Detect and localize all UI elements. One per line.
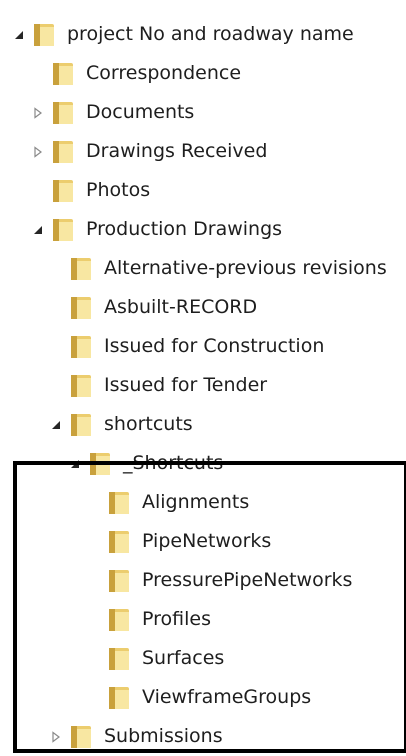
folder-icon bbox=[48, 216, 78, 244]
tree-node-label: Issued for Tender bbox=[104, 374, 268, 396]
folder-icon bbox=[48, 60, 78, 88]
tree-node-profiles[interactable]: Profiles bbox=[85, 600, 211, 639]
tree-node-label: PressurePipeNetworks bbox=[142, 569, 353, 591]
tree-node-root[interactable]: project No and roadway name bbox=[10, 15, 354, 54]
tree-node-label: Photos bbox=[86, 179, 151, 201]
tree-node-label: Surfaces bbox=[142, 647, 225, 669]
tree-node-photos[interactable]: Photos bbox=[29, 171, 150, 210]
folder-icon bbox=[48, 177, 78, 205]
collapsed-arrow-icon[interactable] bbox=[47, 728, 65, 746]
folder-icon bbox=[104, 567, 134, 595]
folder-icon bbox=[66, 333, 96, 361]
tree-node-label: Documents bbox=[86, 101, 195, 123]
folder-icon bbox=[66, 372, 96, 400]
tree-node-viewframegroups[interactable]: ViewframeGroups bbox=[85, 678, 311, 717]
tree-node-label: Submissions bbox=[104, 725, 223, 747]
tree-node-issued-for-construction[interactable]: Issued for Construction bbox=[47, 327, 324, 366]
tree-node-label: shortcuts bbox=[104, 413, 193, 435]
tree-node-label: Alignments bbox=[142, 491, 250, 513]
tree-node-label: ViewframeGroups bbox=[142, 686, 312, 708]
tree-node-shortcuts[interactable]: shortcuts bbox=[47, 405, 193, 444]
tree-node-pipenetworks[interactable]: PipeNetworks bbox=[85, 522, 271, 561]
tree-node-asbuilt-record[interactable]: Asbuilt-RECORD bbox=[47, 288, 257, 327]
tree-node-label: _Shortcuts bbox=[123, 452, 224, 474]
folder-icon bbox=[104, 528, 134, 556]
tree-node-alternative-previous-revisions[interactable]: Alternative-previous revisions bbox=[47, 249, 387, 288]
folder-icon bbox=[29, 21, 59, 49]
folder-icon bbox=[48, 99, 78, 127]
folder-icon bbox=[66, 723, 96, 751]
tree-node-alignments[interactable]: Alignments bbox=[85, 483, 249, 522]
folder-icon bbox=[104, 489, 134, 517]
folder-icon bbox=[104, 645, 134, 673]
tree-node-label: Drawings Received bbox=[86, 140, 268, 162]
collapsed-arrow-icon[interactable] bbox=[29, 143, 47, 161]
folder-icon bbox=[66, 294, 96, 322]
folder-icon bbox=[66, 411, 96, 439]
no-arrow-spacer bbox=[47, 299, 65, 317]
tree-node-label: Asbuilt-RECORD bbox=[104, 296, 258, 318]
tree-node-label: Alternative-previous revisions bbox=[104, 257, 387, 279]
tree-node-label: PipeNetworks bbox=[142, 530, 272, 552]
no-arrow-spacer bbox=[47, 338, 65, 356]
collapsed-arrow-icon[interactable] bbox=[29, 104, 47, 122]
no-arrow-spacer bbox=[85, 650, 103, 668]
expanded-arrow-icon[interactable] bbox=[10, 26, 28, 44]
folder-tree: project No and roadway name Corresponden… bbox=[0, 0, 406, 756]
tree-node-pressurepipenetworks[interactable]: PressurePipeNetworks bbox=[85, 561, 352, 600]
folder-icon bbox=[104, 684, 134, 712]
tree-node-issued-for-tender[interactable]: Issued for Tender bbox=[47, 366, 267, 405]
no-arrow-spacer bbox=[85, 572, 103, 590]
no-arrow-spacer bbox=[85, 611, 103, 629]
folder-icon bbox=[104, 606, 134, 634]
no-arrow-spacer bbox=[85, 689, 103, 707]
no-arrow-spacer bbox=[85, 533, 103, 551]
no-arrow-spacer bbox=[29, 182, 47, 200]
tree-node-underscore-shortcuts[interactable]: _Shortcuts bbox=[66, 444, 223, 483]
no-arrow-spacer bbox=[47, 377, 65, 395]
tree-node-production-drawings[interactable]: Production Drawings bbox=[29, 210, 282, 249]
no-arrow-spacer bbox=[47, 260, 65, 278]
no-arrow-spacer bbox=[85, 494, 103, 512]
tree-node-drawings-received[interactable]: Drawings Received bbox=[29, 132, 267, 171]
tree-node-documents[interactable]: Documents bbox=[29, 93, 194, 132]
expanded-arrow-icon[interactable] bbox=[47, 416, 65, 434]
expanded-arrow-icon[interactable] bbox=[29, 221, 47, 239]
tree-node-label: Correspondence bbox=[86, 62, 242, 84]
tree-node-label: Issued for Construction bbox=[104, 335, 325, 357]
folder-icon bbox=[48, 138, 78, 166]
tree-node-label: Production Drawings bbox=[86, 218, 283, 240]
folder-icon bbox=[66, 255, 96, 283]
folder-icon bbox=[85, 450, 115, 478]
no-arrow-spacer bbox=[29, 65, 47, 83]
expanded-arrow-icon[interactable] bbox=[66, 455, 84, 473]
tree-node-correspondence[interactable]: Correspondence bbox=[29, 54, 241, 93]
tree-node-label: project No and roadway name bbox=[67, 23, 354, 45]
tree-node-submissions[interactable]: Submissions bbox=[47, 717, 223, 756]
tree-node-label: Profiles bbox=[142, 608, 211, 630]
tree-node-surfaces[interactable]: Surfaces bbox=[85, 639, 224, 678]
